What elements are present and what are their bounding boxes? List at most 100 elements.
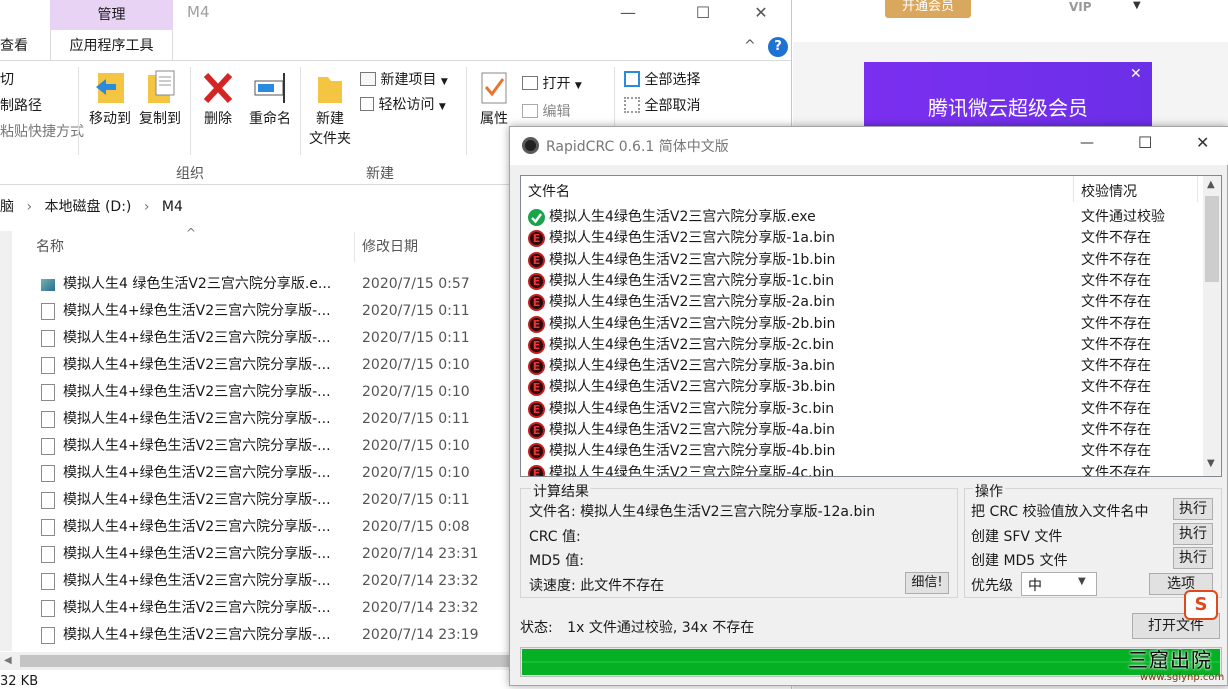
column-header-date[interactable]: 修改日期 xyxy=(362,232,418,262)
crc-check-status: 文件不存在 xyxy=(1081,358,1151,375)
file-icon xyxy=(41,411,55,428)
column-header-check[interactable]: 校验情况 xyxy=(1081,181,1137,201)
crc-row[interactable]: E 模拟人生4绿色生活V2三宫六院分享版-1b.bin 文件不存在 xyxy=(521,250,1201,271)
crc-row[interactable]: E 模拟人生4绿色生活V2三宫六院分享版-1c.bin 文件不存在 xyxy=(521,271,1201,292)
crc-row[interactable]: E 模拟人生4绿色生活V2三宫六院分享版-2c.bin 文件不存在 xyxy=(521,335,1201,356)
file-date: 2020/7/15 0:10 xyxy=(362,438,470,454)
breadcrumb-item[interactable]: M4 xyxy=(162,199,183,215)
cut-button[interactable]: 切 xyxy=(0,69,14,91)
crc-row[interactable]: 模拟人生4绿色生活V2三宫六院分享版.exe 文件通过校验 xyxy=(521,207,1201,228)
file-icon xyxy=(41,357,55,374)
file-date: 2020/7/15 0:10 xyxy=(362,465,470,481)
tab-view[interactable]: 查看 xyxy=(0,30,28,60)
chevron-right-icon: › xyxy=(26,199,33,215)
file-name: 模拟人生4+绿色生活V2三宫六院分享版-... xyxy=(63,600,331,616)
help-icon[interactable]: ? xyxy=(768,37,788,57)
crc-row[interactable]: E 模拟人生4绿色生活V2三宫六院分享版-4a.bin 文件不存在 xyxy=(521,420,1201,441)
easy-access-button[interactable]: 轻松访问 ▼ xyxy=(360,94,446,118)
execute-put-crc-button[interactable]: 执行 xyxy=(1173,498,1213,520)
rename-button[interactable]: 重命名 xyxy=(244,69,296,129)
scroll-left-icon[interactable]: ◀ xyxy=(4,655,12,666)
speed-value: 此文件不存在 xyxy=(580,578,665,594)
status-label: 状态: xyxy=(520,620,553,636)
result-group-title: 计算结果 xyxy=(531,481,591,501)
file-name: 模拟人生4+绿色生活V2三宫六院分享版-... xyxy=(63,546,331,562)
open-button[interactable]: 打开 ▼ xyxy=(522,73,582,97)
crc-file-name: 模拟人生4绿色生活V2三宫六院分享版.exe xyxy=(549,209,816,225)
crc-check-status: 文件不存在 xyxy=(1081,422,1151,438)
minimize-icon[interactable]: — xyxy=(605,2,651,24)
scrollbar-thumb[interactable] xyxy=(1205,196,1219,282)
maximize-icon[interactable]: ☐ xyxy=(680,2,726,24)
scroll-down-icon[interactable]: ▼ xyxy=(1207,458,1215,469)
priority-select[interactable]: 中 ▼ xyxy=(1021,572,1097,596)
crc-row[interactable]: E 模拟人生4绿色生活V2三宫六院分享版-3b.bin 文件不存在 xyxy=(521,377,1201,398)
move-to-button[interactable]: 移动到 xyxy=(86,69,134,129)
scroll-up-icon[interactable]: ▲ xyxy=(1207,179,1215,190)
delete-button[interactable]: 删除 xyxy=(196,69,240,129)
crc-check-status: 文件不存在 xyxy=(1081,443,1151,460)
file-date: 2020/7/14 23:32 xyxy=(362,600,479,616)
file-date: 2020/7/15 0:10 xyxy=(362,384,470,400)
edit-button[interactable]: 编辑 xyxy=(522,101,570,123)
nav-pane-edge xyxy=(0,231,12,651)
paste-shortcut-button[interactable]: 粘贴快捷方式 xyxy=(0,121,84,143)
status-bar-text: 32 KB xyxy=(0,674,39,689)
breadcrumb-item[interactable]: 脑 xyxy=(0,199,14,215)
copy-path-button[interactable]: 制路径 xyxy=(0,95,42,117)
error-icon: E xyxy=(528,294,545,312)
crc-row[interactable]: E 模拟人生4绿色生活V2三宫六院分享版-2b.bin 文件不存在 xyxy=(521,314,1201,335)
select-none-button[interactable]: 全部取消 xyxy=(624,95,700,117)
close-icon[interactable]: ✕ xyxy=(1196,133,1209,152)
sort-up-icon: ^ xyxy=(186,226,197,240)
column-header-filename[interactable]: 文件名 xyxy=(528,181,570,201)
new-item-button[interactable]: 新建项目 ▼ xyxy=(360,69,448,93)
file-date: 2020/7/15 0:11 xyxy=(362,411,470,427)
breadcrumb-item[interactable]: 本地磁盘 (D:) xyxy=(45,199,132,215)
move-to-label: 移动到 xyxy=(89,111,131,127)
close-icon[interactable]: ✕ xyxy=(1130,66,1142,82)
error-icon: E xyxy=(528,400,545,418)
execute-create-sfv-button[interactable]: 执行 xyxy=(1173,523,1213,545)
tab-manage[interactable]: 管理 xyxy=(50,0,173,30)
error-icon: E xyxy=(528,272,545,290)
crc-row[interactable]: E 模拟人生4绿色生活V2三宫六院分享版-2a.bin 文件不存在 xyxy=(521,292,1201,313)
easy-access-label: 轻松访问 xyxy=(378,97,435,113)
vertical-scrollbar[interactable]: ▲ ▼ xyxy=(1203,176,1221,476)
close-icon[interactable]: ✕ xyxy=(738,2,784,24)
collapse-ribbon-icon[interactable]: ^ xyxy=(744,38,756,54)
tab-app-tools[interactable]: 应用程序工具 xyxy=(50,30,173,60)
file-icon xyxy=(41,330,55,347)
promo-banner[interactable]: 腾讯微云超级会员 ✕ xyxy=(864,62,1152,128)
crc-row[interactable]: E 模拟人生4绿色生活V2三宫六院分享版-1a.bin 文件不存在 xyxy=(521,228,1201,249)
details-button[interactable]: 细信! xyxy=(905,572,949,594)
copy-to-button[interactable]: 复制到 xyxy=(136,69,184,129)
maximize-icon[interactable]: ☐ xyxy=(1138,133,1152,152)
open-member-button[interactable]: 开通会员 xyxy=(885,0,971,18)
error-icon: E xyxy=(528,315,545,333)
file-icon xyxy=(41,303,55,320)
vip-badge: VIP xyxy=(1069,0,1092,14)
sogou-ime-icon[interactable]: S xyxy=(1184,590,1218,620)
crc-row[interactable]: E 模拟人生4绿色生活V2三宫六院分享版-4c.bin 文件不存在 xyxy=(521,463,1201,476)
new-folder-button[interactable]: 新建 文件夹 xyxy=(304,69,356,149)
minimize-icon[interactable]: — xyxy=(1080,135,1094,151)
crc-file-name: 模拟人生4绿色生活V2三宫六院分享版-1b.bin xyxy=(549,251,836,268)
crc-row[interactable]: E 模拟人生4绿色生活V2三宫六院分享版-4b.bin 文件不存在 xyxy=(521,441,1201,462)
execute-create-md5-button[interactable]: 执行 xyxy=(1173,547,1213,569)
file-icon xyxy=(41,492,55,509)
file-check-list[interactable]: 文件名 校验情况 模拟人生4绿色生活V2三宫六院分享版.exe 文件通过校验 E 模拟… xyxy=(520,175,1222,477)
properties-button[interactable]: 属性 xyxy=(472,69,516,129)
select-all-button[interactable]: 全部选择 xyxy=(624,69,700,91)
crc-file-name: 模拟人生4绿色生活V2三宫六院分享版-3a.bin xyxy=(549,358,836,375)
crc-check-status: 文件通过校验 xyxy=(1081,209,1165,225)
file-icon xyxy=(41,438,55,455)
crc-file-name: 模拟人生4绿色生活V2三宫六院分享版-2b.bin xyxy=(549,315,836,332)
crc-check-status: 文件不存在 xyxy=(1081,272,1151,289)
column-header-name[interactable]: 名称 xyxy=(36,232,64,262)
error-icon: E xyxy=(528,230,545,248)
window-title: M4 xyxy=(187,3,210,21)
crc-row[interactable]: E 模拟人生4绿色生活V2三宫六院分享版-3c.bin 文件不存在 xyxy=(521,399,1201,420)
dropdown-icon[interactable]: ▼ xyxy=(1133,0,1141,11)
crc-row[interactable]: E 模拟人生4绿色生活V2三宫六院分享版-3a.bin 文件不存在 xyxy=(521,356,1201,377)
